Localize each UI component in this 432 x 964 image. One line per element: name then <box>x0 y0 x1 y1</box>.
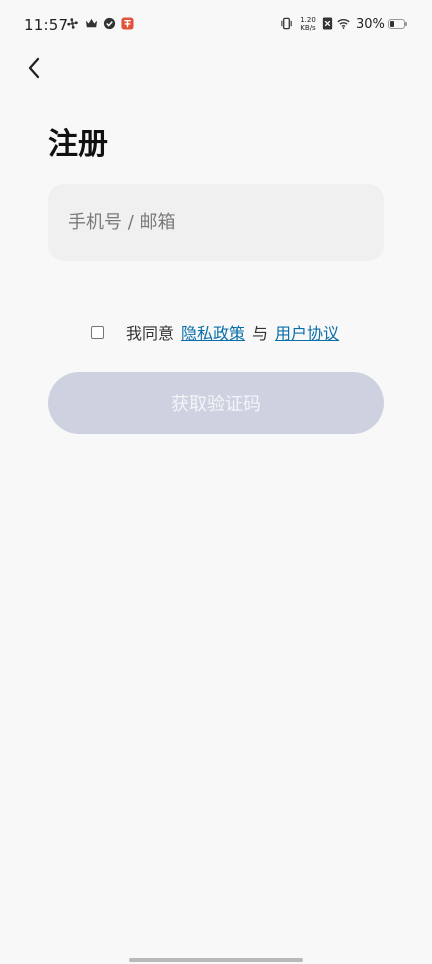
battery-percent: 30% <box>356 17 385 32</box>
agreement-checkbox[interactable] <box>91 325 104 339</box>
chevron-left-icon <box>28 57 40 79</box>
crown-icon <box>85 18 98 28</box>
app-badge-icon <box>121 17 134 30</box>
status-bar: 11:57 1.20 KB/s 30% <box>0 0 432 50</box>
agreement-row: 我同意 隐私政策 与 用户协议 <box>91 320 339 344</box>
agreement-prefix: 我同意 <box>126 324 175 343</box>
sim-disabled-icon <box>322 17 333 30</box>
network-speed: 1.20 KB/s <box>298 16 318 32</box>
battery-fill <box>390 21 394 27</box>
battery-icon <box>388 19 405 29</box>
get-verification-code-button[interactable]: 获取验证码 <box>48 372 384 434</box>
network-speed-value: 1.20 <box>300 16 316 24</box>
network-speed-unit: KB/s <box>300 24 316 32</box>
agreement-joiner: 与 <box>252 324 269 343</box>
privacy-policy-link[interactable]: 隐私政策 <box>181 320 245 344</box>
fan-icon <box>67 18 78 29</box>
user-agreement-link[interactable]: 用户协议 <box>275 320 339 344</box>
wifi-icon <box>337 19 350 29</box>
vibrate-icon <box>281 17 292 30</box>
back-button[interactable] <box>18 52 50 84</box>
check-badge-icon <box>103 17 116 30</box>
account-input[interactable] <box>48 184 384 261</box>
battery-cap <box>405 22 407 26</box>
page-title: 注册 <box>48 127 108 162</box>
home-indicator[interactable] <box>129 958 303 962</box>
status-time: 11:57 <box>24 16 69 34</box>
